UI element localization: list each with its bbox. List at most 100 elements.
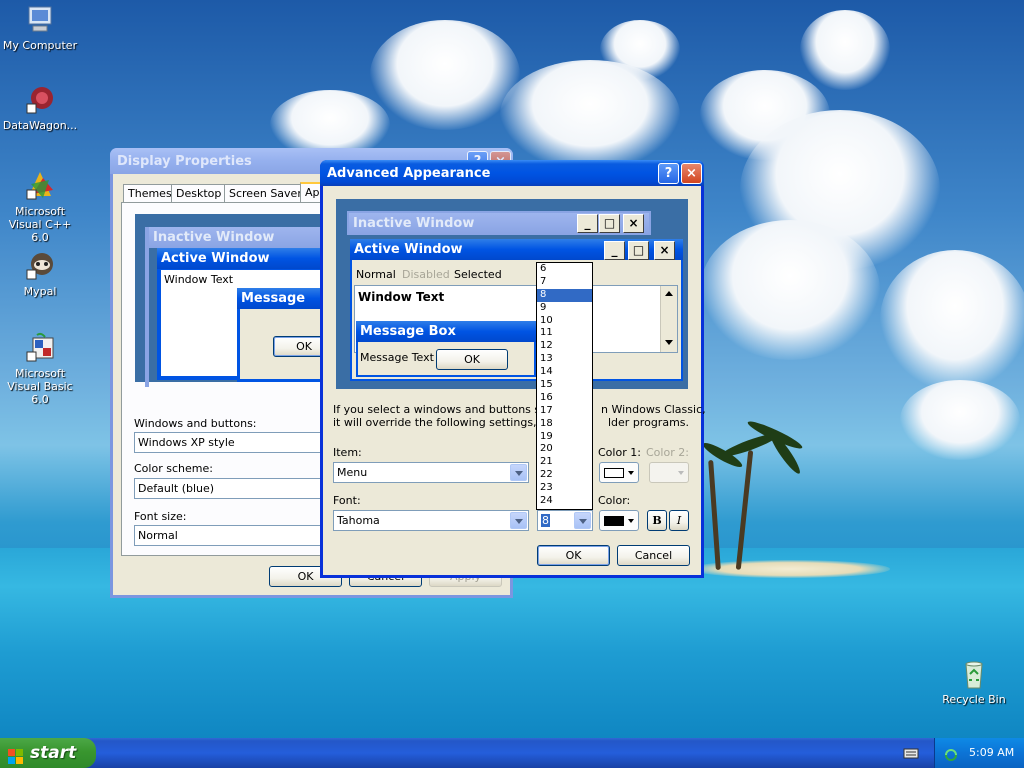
tab-desktop[interactable]: Desktop [171, 184, 227, 202]
font-size-option[interactable]: 14 [537, 366, 592, 379]
font-size-option[interactable]: 12 [537, 340, 592, 353]
chevron-down-icon [510, 464, 527, 481]
font-size-option[interactable]: 24 [537, 495, 592, 508]
font-size-option[interactable]: 22 [537, 469, 592, 482]
cloud [880, 250, 1024, 390]
color2-label: Color 2: [646, 446, 689, 459]
desktop-icon-recycle-bin[interactable]: Recycle Bin [934, 658, 1014, 706]
font-label: Font: [333, 494, 361, 507]
font-size-option[interactable]: 15 [537, 379, 592, 392]
desktop-icon-visual-cpp[interactable]: Microsoft Visual C++ 6.0 [0, 170, 80, 244]
windows-buttons-label: Windows and buttons: [134, 417, 257, 430]
advanced-appearance-window[interactable]: Advanced Appearance ? × Inactive Window … [320, 160, 706, 578]
color1-swatch [604, 468, 624, 478]
font-size-option[interactable]: 7 [537, 276, 592, 289]
menu-selected: Selected [454, 268, 502, 281]
item-label: Item: [333, 446, 362, 459]
close-icon: × [623, 214, 644, 233]
color-scheme-label: Color scheme: [134, 462, 213, 475]
taskbar: start 5:09 AM [0, 738, 1024, 768]
font-color-label: Color: [598, 494, 631, 507]
desktop-icon-label: Recycle Bin [942, 693, 1006, 706]
preview-ok-button: OK [436, 349, 508, 370]
color2-picker[interactable] [649, 462, 689, 483]
windows-logo-icon [8, 745, 24, 764]
desktop-icon-my-computer[interactable]: My Computer [0, 4, 80, 52]
cancel-button[interactable]: Cancel [617, 545, 690, 566]
font-size-option[interactable]: 11 [537, 327, 592, 340]
advanced-appearance-titlebar[interactable]: Advanced Appearance ? × [320, 160, 704, 186]
maximize-icon: □ [599, 214, 620, 233]
font-size-option[interactable]: 13 [537, 353, 592, 366]
chevron-down-icon [510, 512, 527, 529]
desktop-icon-label: Microsoft Visual Basic 6.0 [7, 367, 73, 406]
minimize-icon: _ [577, 214, 598, 233]
color1-picker[interactable] [599, 462, 639, 483]
font-size-select[interactable]: 8 [537, 510, 593, 531]
font-size-select[interactable]: Normal [134, 525, 324, 546]
window-title: Advanced Appearance [327, 165, 491, 181]
font-size-dropdown-list[interactable]: 6 7 8 9 10 11 12 13 14 15 16 17 18 19 20 21 22 23 24 [536, 262, 593, 510]
info-text-line2-tail: lder programs. [608, 416, 690, 429]
scrollbar [660, 286, 677, 352]
window-title: Display Properties [117, 153, 252, 169]
adv-preview-inactive-window: Inactive Window _ □ × [347, 211, 651, 235]
font-size-option[interactable]: 18 [537, 418, 592, 431]
font-select[interactable]: Tahoma [333, 510, 529, 531]
desktop-icon-visual-basic[interactable]: Microsoft Visual Basic 6.0 [0, 332, 80, 406]
font-color-picker[interactable] [599, 510, 639, 531]
menu-disabled: Disabled [402, 268, 450, 281]
desktop-icon-datawagon[interactable]: DataWagon... [0, 84, 80, 132]
desktop-icon-label: Mypal [23, 285, 57, 298]
preview-inactive-title: Inactive Window [149, 227, 335, 248]
desktop-icon-label: DataWagon... [2, 119, 78, 132]
network-icon[interactable] [943, 745, 959, 761]
desktop-icon-mypal[interactable]: Mypal [0, 250, 80, 298]
chevron-down-icon [678, 471, 684, 475]
tab-screen-saver[interactable]: Screen Saver [224, 184, 307, 202]
close-button[interactable]: × [681, 162, 702, 184]
chevron-down-icon [628, 471, 634, 475]
datawagon-icon [23, 84, 57, 116]
chevron-down-icon [574, 512, 591, 529]
font-size-option[interactable]: 20 [537, 443, 592, 456]
font-size-option[interactable]: 9 [537, 302, 592, 315]
italic-button[interactable]: I [669, 510, 689, 531]
font-size-option[interactable]: 21 [537, 456, 592, 469]
info-text-line1: If you select a windows and buttons sett… [333, 403, 559, 416]
start-button[interactable]: start [0, 738, 96, 768]
desktop-icon-label: My Computer [2, 39, 78, 52]
advanced-appearance-client: Inactive Window _ □ × Active Window _ □ … [323, 186, 706, 575]
cloud [600, 20, 680, 80]
color-scheme-select[interactable]: Default (blue) [134, 478, 324, 499]
cloud [800, 10, 890, 90]
font-size-option[interactable]: 6 [537, 263, 592, 276]
cloud [700, 220, 880, 360]
menu-normal: Normal [356, 268, 396, 281]
font-size-option[interactable]: 19 [537, 431, 592, 444]
visual-basic-icon [23, 332, 57, 364]
close-icon: × [654, 241, 675, 260]
preview-area: Inactive Window Active Window Window Tex… [135, 214, 335, 387]
font-size-option[interactable]: 17 [537, 405, 592, 418]
font-size-option[interactable]: 10 [537, 315, 592, 328]
minimize-icon: _ [604, 241, 625, 260]
font-size-option[interactable]: 23 [537, 482, 592, 495]
ok-button[interactable]: OK [537, 545, 610, 566]
font-size-option[interactable]: 16 [537, 392, 592, 405]
cloud [900, 380, 1020, 460]
font-size-option[interactable]: 8 [537, 288, 592, 302]
windows-buttons-select[interactable]: Windows XP style [134, 432, 324, 453]
item-select[interactable]: Menu [333, 462, 529, 483]
recycle-bin-icon [957, 658, 991, 690]
bold-button[interactable]: B [647, 510, 667, 531]
help-button[interactable]: ? [658, 162, 679, 184]
font-size-label: Font size: [134, 510, 187, 523]
mypal-icon [23, 250, 57, 282]
adv-preview-message-box: Message Box Message Text OK [356, 321, 536, 377]
color1-label: Color 1: [598, 446, 641, 459]
clock[interactable]: 5:09 AM [969, 738, 1014, 768]
keyboard-icon[interactable] [903, 746, 919, 760]
info-text-line2: it will override the following settings,… [333, 416, 566, 429]
tab-themes[interactable]: Themes [123, 184, 177, 202]
